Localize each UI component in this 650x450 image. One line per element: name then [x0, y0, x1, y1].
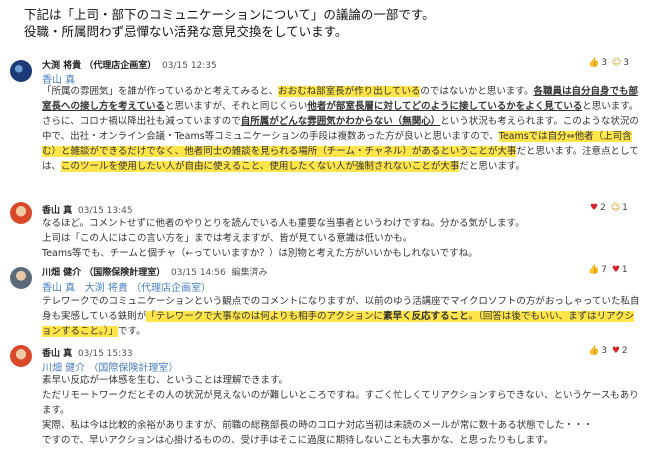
avatar[interactable] — [10, 60, 32, 82]
body-text: 「所属の雰囲気」を誰が作っているかと考えてみると、 — [42, 86, 279, 97]
reactions[interactable]: 👍 3 ☺ 3 — [586, 58, 629, 68]
header: 下記は「上司・部下のコミュニケーションについて」の議論の一部です。 役職・所属問… — [24, 6, 435, 40]
reactions[interactable]: 👍 3 ♥ 2 — [586, 346, 628, 356]
heart-count: 1 — [621, 265, 628, 275]
body-text: のではないかと思います。 — [420, 86, 534, 97]
post-meta: 川畑 健介 （国際保険計理室） 03/15 14:56 編集済み — [42, 265, 268, 278]
post-body: なるほど。コメントせずに他者のやりとりを読んでいる人も重要な当事者というわけです… — [42, 216, 640, 261]
like-icon[interactable]: 👍 — [588, 58, 599, 68]
highlighted-text: おおむね部室長が作り出している — [278, 86, 421, 97]
avatar[interactable] — [10, 202, 32, 224]
body-text: だと思います。 — [459, 161, 525, 172]
avatar[interactable] — [10, 267, 32, 289]
heart-count: 2 — [621, 346, 628, 356]
body-line: 上司は「この人にはこの言い方を」までは考えますが、皆が見ている意識は低いかも。 — [42, 233, 413, 244]
smile-count: 3 — [623, 58, 629, 68]
mention[interactable]: 香山 真 — [42, 283, 75, 294]
timestamp: 03/15 15:33 — [77, 349, 133, 359]
mention[interactable]: 川畑 健介 （国際保険計理室） — [42, 359, 178, 374]
smile-count: 1 — [622, 203, 628, 213]
like-count: 3 — [601, 346, 607, 356]
post-body: テレワークでのコミュニケーションという観点でのコメントになりますが、以前のゆう活… — [42, 294, 640, 339]
timestamp: 03/15 12:35 — [162, 61, 217, 71]
mention-list: 香山 真 大渕 将貴 （代理店企画室） — [42, 279, 211, 294]
highlighted-text: 「テレワークで大事なのは何よりも相手のアクションに — [146, 311, 384, 322]
body-line: Teams等でも、チームと個チャ（←っていいますか？）は別物と考えた方がいいかも… — [42, 248, 478, 259]
like-count: 7 — [601, 265, 607, 275]
timestamp: 03/15 14:56 — [171, 268, 226, 278]
body-line: 素早い反応が一体感を生む、ということは理解できます。 — [42, 375, 289, 386]
post-body: 素早い反応が一体感を生む、ということは理解できます。 ただリモートワークだとその… — [42, 373, 640, 448]
smile-icon[interactable]: ☺ — [611, 203, 620, 213]
highlighted-text: このツールを使用したい人が自由に使えること、使用したくない人が強制されないことが… — [61, 161, 460, 172]
header-line-1: 下記は「上司・部下のコミュニケーションについて」の議論の一部です。 — [24, 7, 435, 22]
heart-count: 2 — [600, 203, 606, 213]
timestamp: 03/15 13:45 — [77, 206, 133, 216]
post-meta: 大渕 将貴 （代理店企画室） 03/15 12:35 — [42, 58, 217, 71]
mention[interactable]: 大渕 将貴 （代理店企画室） — [85, 283, 211, 294]
emphasized-text: 他者が部室長層に対してどのように接しているかをよく見ている — [307, 101, 583, 112]
author-name[interactable]: 大渕 将貴 （代理店企画室） — [42, 61, 156, 71]
author-name[interactable]: 香山 真 — [42, 349, 72, 359]
highlighted-text: 素早く反応すること — [383, 311, 469, 322]
like-icon[interactable]: 👍 — [588, 346, 599, 356]
reactions[interactable]: 👍 7 ♥ 1 — [586, 265, 628, 275]
like-icon[interactable]: 👍 — [588, 265, 599, 275]
body-line: 実際、私は今は比較的余裕がありますが、前職の総務部長の時のコロナ対応当初は未読の… — [42, 420, 593, 431]
avatar[interactable] — [10, 345, 32, 367]
body-text: という状況も考えられます。 — [440, 116, 563, 127]
edited-label: 編集済み — [231, 268, 268, 278]
heart-icon[interactable]: ♥ — [612, 346, 620, 356]
heart-icon[interactable]: ♥ — [590, 203, 598, 213]
author-name[interactable]: 川畑 健介 （国際保険計理室） — [42, 268, 165, 278]
body-line: なるほど。コメントせずに他者のやりとりを読んでいる人も重要な当事者というわけです… — [42, 218, 525, 229]
heart-icon[interactable]: ♥ — [612, 265, 620, 275]
emphasized-text: 自所属がどんな雰囲気かわからない（無関心） — [240, 116, 441, 127]
body-text: と思いますが、それと同じくらい — [165, 101, 308, 112]
body-line: ですので、早いアクションは心掛けるものの、受け手はそこに過度に期待しないことも大… — [42, 435, 554, 446]
header-line-2: 役職・所属問わず忌憚ない活発な意見交換をしています。 — [24, 24, 348, 39]
like-count: 3 — [601, 58, 607, 68]
post-meta: 香山 真 03/15 13:45 — [42, 203, 133, 216]
body-line: ただリモートワークだとその人の状況が見えないのが難しいところですね。すごく忙しく… — [42, 390, 639, 416]
author-name[interactable]: 香山 真 — [42, 206, 72, 216]
smile-icon[interactable]: ☺ — [612, 58, 621, 68]
body-text: です。 — [118, 326, 146, 337]
post-body: 「所属の雰囲気」を誰が作っているかと考えてみると、おおむね部室長が作り出している… — [42, 84, 640, 174]
post-meta: 香山 真 03/15 15:33 — [42, 346, 133, 359]
reactions[interactable]: ♥ 2 ☺ 1 — [588, 203, 628, 213]
